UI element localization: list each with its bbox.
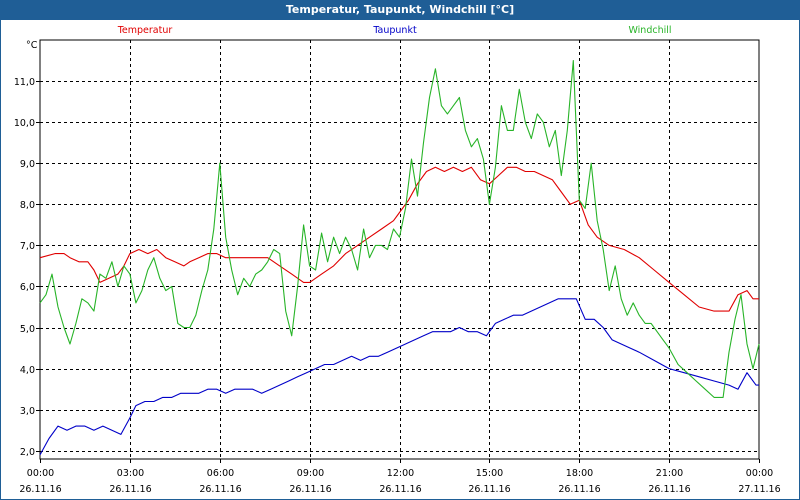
y-tick-label: 5,0 xyxy=(20,324,35,335)
y-tick-label: 7,0 xyxy=(20,241,35,252)
x-tick-time-label: 03:00 xyxy=(117,468,144,479)
y-tick-label: 8,0 xyxy=(20,200,35,211)
x-tick-time-label: 15:00 xyxy=(476,468,503,479)
y-tick-label: 6,0 xyxy=(20,282,35,293)
x-tick-date-label: 26.11.16 xyxy=(199,484,241,495)
x-tick-time-label: 00:00 xyxy=(746,468,773,479)
x-tick-time-label: 21:00 xyxy=(656,468,683,479)
x-tick-date-label: 26.11.16 xyxy=(379,484,421,495)
y-tick-label: 4,0 xyxy=(20,365,35,376)
y-tick-label: 9,0 xyxy=(20,159,35,170)
x-tick-date-label: 26.11.16 xyxy=(648,484,690,495)
legend-entry-windchill: Windchill xyxy=(628,25,671,36)
y-tick-label: 3,0 xyxy=(20,406,35,417)
x-tick-time-label: 00:00 xyxy=(27,468,54,479)
x-tick-date-label: 27.11.16 xyxy=(738,484,780,495)
x-tick-time-label: 09:00 xyxy=(297,468,324,479)
x-tick-date-label: 26.11.16 xyxy=(289,484,331,495)
y-tick-label: 11,0 xyxy=(14,77,35,88)
chart-title-bar: Temperatur, Taupunkt, Windchill [°C] xyxy=(0,0,800,19)
x-tick-date-label: 26.11.16 xyxy=(109,484,151,495)
chart-canvas: 2,0 3,0 4,0 5,0 6,0 7,0 8,0 9,0 10,0 11,0 °C 00:00 2… xyxy=(14,25,781,495)
y-axis-unit-label: °C xyxy=(26,40,38,51)
legend-entry-temperatur: Temperatur xyxy=(117,25,173,36)
x-tick-date-label: 26.11.16 xyxy=(468,484,510,495)
x-tick-date-label: 26.11.16 xyxy=(558,484,600,495)
x-tick-time-label: 18:00 xyxy=(566,468,593,479)
legend-entry-taupunkt: Taupunkt xyxy=(372,25,417,36)
chart-title: Temperatur, Taupunkt, Windchill [°C] xyxy=(285,3,515,16)
plot-area xyxy=(39,39,760,460)
y-tick-label: 10,0 xyxy=(14,118,35,129)
x-tick-date-label: 26.11.16 xyxy=(19,484,61,495)
x-tick-time-label: 12:00 xyxy=(387,468,414,479)
y-tick-label: 2,0 xyxy=(20,447,35,458)
x-tick-time-label: 06:00 xyxy=(207,468,234,479)
